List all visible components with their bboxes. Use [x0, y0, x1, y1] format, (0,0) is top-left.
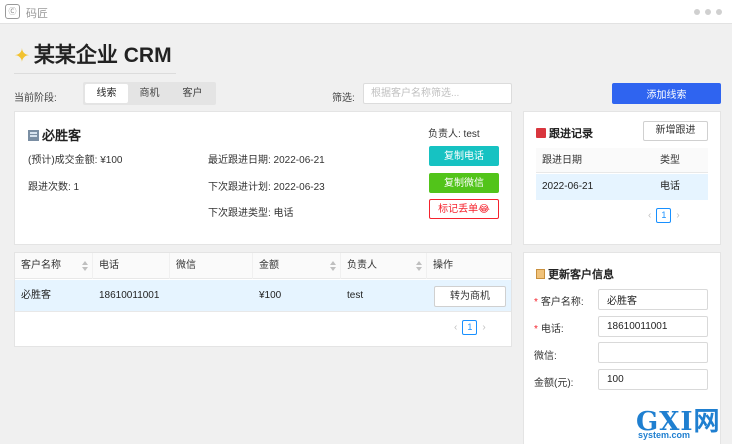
last-follow-date: 最近跟进日期: 2022-06-21 [208, 155, 325, 166]
follow-count: 跟进次数: 1 [28, 182, 80, 193]
app-name: 码匠 [26, 8, 48, 20]
required-mark: * [534, 324, 538, 335]
field-label-phone: * 电话: [534, 324, 564, 335]
page-number[interactable]: 1 [656, 208, 672, 223]
page-title: ✦ 某某企业 CRM [14, 44, 172, 67]
update-customer-title: 更新客户信息 [536, 266, 614, 282]
cell-name: 必胜客 [21, 290, 51, 301]
title-bar: Ⓒ 码匠 [0, 0, 732, 24]
watermark-subtext: system.com [638, 430, 691, 440]
cell-phone: 18610011001 [99, 290, 160, 301]
follow-records-title: 跟进记录 [536, 125, 593, 141]
col-header-name[interactable]: 客户名称 [15, 253, 93, 279]
follow-pagination: ‹ 1 › [648, 208, 680, 223]
cell-wechat [170, 280, 176, 312]
next-follow-plan: 下次跟进计划: 2022-06-23 [208, 182, 325, 193]
prev-page-icon[interactable]: ‹ [648, 210, 651, 221]
next-page-icon[interactable]: › [676, 210, 679, 221]
prev-page-icon[interactable]: ‹ [454, 322, 457, 333]
convert-to-opportunity-button[interactable]: 转为商机 [434, 286, 506, 307]
stage-label: 当前阶段: [14, 93, 57, 104]
deal-amount: (预计)成交金额: ¥100 [28, 155, 123, 166]
new-follow-button[interactable]: 新增跟进 [643, 121, 708, 141]
field-label-customer-name: * 客户名称: [534, 297, 584, 308]
register-icon [536, 128, 546, 138]
stage-tabs: 线索 商机 客户 [83, 82, 216, 105]
field-label-wechat: 微信: [534, 351, 557, 362]
title-divider [14, 73, 176, 74]
cell-owner: test [347, 290, 364, 301]
sort-icon[interactable] [330, 261, 336, 271]
follow-table-header: 跟进日期 类型 [536, 148, 708, 173]
window-dot-icon[interactable] [716, 9, 722, 15]
col-header-wechat: 微信 [170, 253, 253, 279]
field-label-amount: 金额(元): [534, 378, 574, 389]
page-number[interactable]: 1 [462, 320, 478, 335]
col-header-amount[interactable]: 金额 [253, 253, 341, 279]
cell-follow-type: 电话 [660, 181, 680, 192]
copy-wechat-button[interactable]: 复制微信 [429, 173, 499, 193]
client-name-heading: 必胜客 [28, 125, 81, 144]
app-logo-icon: Ⓒ [5, 4, 20, 19]
table-row[interactable]: 2022-06-21 电话 [536, 174, 708, 200]
add-lead-button[interactable]: 添加线索 [612, 83, 721, 104]
watermark-logo: GXI网 system.com [636, 401, 728, 441]
col-header-follow-date: 跟进日期 [542, 155, 582, 166]
tab-opportunities[interactable]: 商机 [128, 84, 171, 103]
copy-phone-button[interactable]: 复制电话 [429, 146, 499, 166]
tab-customers[interactable]: 客户 [171, 84, 214, 103]
mark-lost-button[interactable]: 标记丢单😂 [429, 199, 499, 219]
client-info-panel: 必胜客 负责人: test (预计)成交金额: ¥100 最近跟进日期: 202… [14, 111, 512, 245]
sort-icon[interactable] [82, 261, 88, 271]
main-area: ✦某某企业 CRM 当前阶段: 线索 商机 客户 筛选: 添加线索 必胜客 负责… [0, 25, 732, 444]
memo-icon [536, 269, 545, 279]
required-mark: * [534, 297, 538, 308]
tab-leads[interactable]: 线索 [85, 84, 128, 103]
cell-follow-date: 2022-06-21 [542, 181, 594, 192]
col-header-action: 操作 [433, 260, 453, 271]
wechat-input[interactable] [598, 342, 708, 363]
sort-icon[interactable] [416, 261, 422, 271]
cell-amount: ¥100 [259, 290, 282, 301]
building-icon [28, 130, 39, 141]
client-owner: 负责人: test [428, 129, 480, 140]
amount-input[interactable] [598, 369, 708, 390]
table-pagination: ‹ 1 › [454, 320, 486, 335]
star-icon: ✦ [14, 46, 30, 67]
table-header: 客户名称 电话 微信 金额 负责人 操作 [15, 253, 511, 279]
follow-records-panel: 跟进记录 新增跟进 跟进日期 类型 2022-06-21 电话 ‹ 1 › [523, 111, 721, 245]
col-header-follow-type: 类型 [660, 155, 680, 166]
leads-table-panel: 客户名称 电话 微信 金额 负责人 操作 必胜客 18610011001 ¥10… [14, 252, 512, 347]
window-dot-icon[interactable] [705, 9, 711, 15]
customer-name-input[interactable] [598, 289, 708, 310]
phone-input[interactable] [598, 316, 708, 337]
window-dot-icon[interactable] [694, 9, 700, 15]
table-row[interactable]: 必胜客 18610011001 ¥100 test 转为商机 [15, 280, 511, 312]
col-header-owner[interactable]: 负责人 [341, 253, 427, 279]
next-follow-type: 下次跟进类型: 电话 [208, 208, 294, 219]
col-header-phone: 电话 [93, 253, 170, 279]
next-page-icon[interactable]: › [482, 322, 485, 333]
window-controls [694, 9, 722, 15]
filter-label: 筛选: [332, 93, 355, 104]
filter-input[interactable] [363, 83, 512, 104]
